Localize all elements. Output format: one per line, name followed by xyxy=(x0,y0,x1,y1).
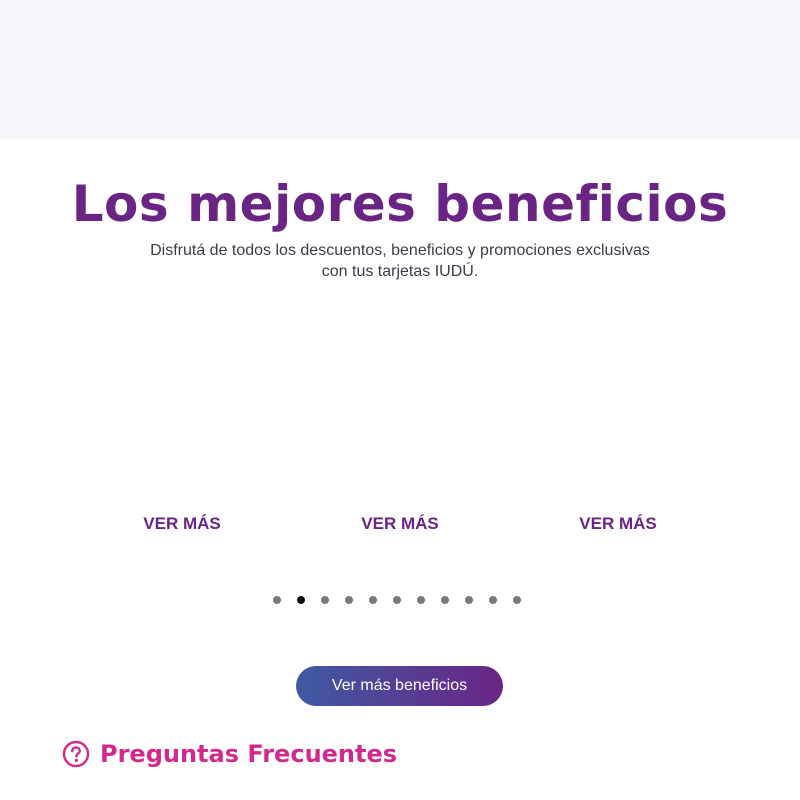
benefits-title: Los mejores beneficios xyxy=(71,175,729,233)
carousel-pagination xyxy=(0,596,800,604)
carousel-dot[interactable] xyxy=(369,596,377,604)
card-3-ver-mas-link[interactable]: VER MÁS xyxy=(538,513,698,535)
carousel-dot[interactable] xyxy=(321,596,329,604)
header-band xyxy=(0,0,800,139)
faq-header[interactable]: Preguntas Frecuentes xyxy=(62,735,397,773)
benefits-subtitle-line-2: con tus tarjetas IUDÚ. xyxy=(321,263,479,280)
carousel-dot[interactable] xyxy=(297,596,305,604)
carousel-dot[interactable] xyxy=(441,596,449,604)
carousel-dot[interactable] xyxy=(345,596,353,604)
carousel-dot[interactable] xyxy=(465,596,473,604)
carousel-dot[interactable] xyxy=(513,596,521,604)
card-2-ver-mas-link[interactable]: VER MÁS xyxy=(320,513,480,535)
faq-title: Preguntas Frecuentes xyxy=(100,740,398,768)
benefits-subtitle-line-1: Disfrutá de todos los descuentos, benefi… xyxy=(150,242,650,259)
carousel-dot[interactable] xyxy=(273,596,281,604)
question-circle-icon xyxy=(62,740,90,768)
benefits-subtitle: Disfrutá de todos los descuentos, benefi… xyxy=(120,240,680,282)
carousel-dot[interactable] xyxy=(489,596,497,604)
carousel-dot[interactable] xyxy=(393,596,401,604)
card-1-ver-mas-link[interactable]: VER MÁS xyxy=(102,513,262,535)
ver-mas-beneficios-button[interactable]: Ver más beneficios xyxy=(296,666,503,706)
carousel-dot[interactable] xyxy=(417,596,425,604)
